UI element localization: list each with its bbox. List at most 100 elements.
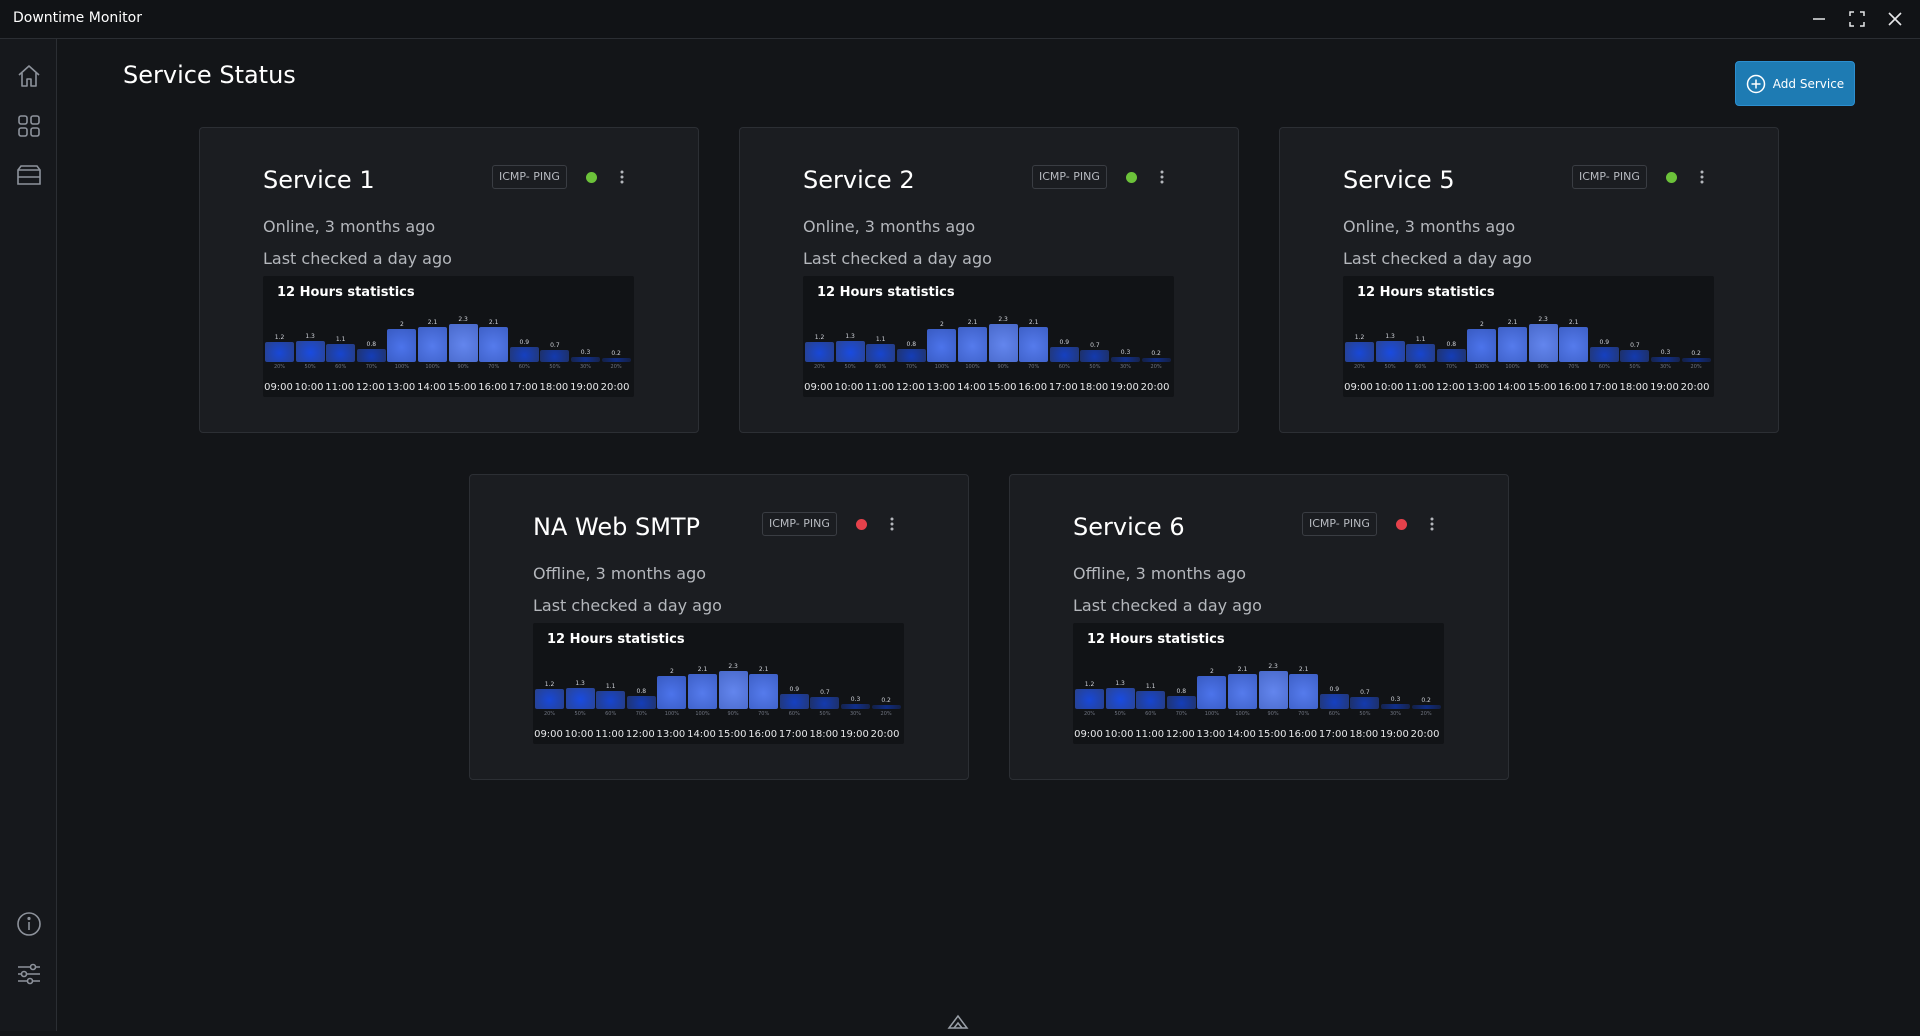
bar-percent-label: 70% <box>1175 711 1187 717</box>
bar-column: 0.3 30% <box>571 318 600 380</box>
stats-bars: 1.2 20% 1.3 50% 1.1 60% 0.8 70% 2 100% 2.1 100% 2.3 9… <box>1345 316 1712 380</box>
time-label: 18:00 <box>809 729 839 740</box>
bar-percent-label: 20% <box>610 364 622 370</box>
bar-percent-label: 50% <box>819 711 831 717</box>
bar-column: 2.3 90% <box>718 663 748 727</box>
add-service-button[interactable]: Add Service <box>1735 61 1855 106</box>
bar-percent-label: 100% <box>695 711 710 717</box>
maximize-icon[interactable] <box>1846 8 1868 30</box>
bar-value-label: 2.3 <box>1268 663 1278 670</box>
bar-column: 2.1 100% <box>1498 318 1527 380</box>
bar-value-label: 0.7 <box>820 689 830 696</box>
stats-bars: 1.2 20% 1.3 50% 1.1 60% 0.8 70% 2 100% 2.1 100% 2.3 9… <box>1075 663 1442 727</box>
bar-column: 2.1 70% <box>749 665 779 727</box>
stats-bars: 1.2 20% 1.3 50% 1.1 60% 0.8 70% 2 100% 2.1 100% 2.3 9… <box>265 316 632 380</box>
bar-percent-label: 50% <box>304 364 316 370</box>
bar-value-label: 1.3 <box>575 680 585 687</box>
stat-bar <box>1345 342 1374 362</box>
stat-bar <box>1381 704 1410 709</box>
status-dot <box>1126 172 1137 183</box>
stat-bar <box>1258 671 1288 709</box>
bar-column: 2.3 90% <box>988 316 1018 380</box>
more-options-icon[interactable] <box>613 165 631 189</box>
bar-column: 2.1 100% <box>1228 665 1257 727</box>
sliders-icon[interactable] <box>14 959 44 989</box>
service-card[interactable]: Service 6 ICMP- PING Offline, 3 months a… <box>1009 474 1509 780</box>
time-label: 11:00 <box>1405 382 1435 393</box>
bar-percent-label: 50% <box>1384 364 1396 370</box>
bar-column: 2.1 70% <box>1019 318 1049 380</box>
more-options-icon[interactable] <box>1423 512 1441 536</box>
bar-value-label: 1.2 <box>1084 681 1095 688</box>
bar-column: 0.3 30% <box>841 665 870 727</box>
service-card[interactable]: Service 2 ICMP- PING Online, 3 months ag… <box>739 127 1239 433</box>
stat-bar <box>1651 357 1680 362</box>
minimize-icon[interactable] <box>1808 8 1830 30</box>
status-text: Online, 3 months ago <box>803 217 976 236</box>
stats-times: 09:00 10:00 11:00 12:00 13:00 14:00 15:00 16:00… <box>803 382 1174 394</box>
bar-column: 1.1 60% <box>866 318 896 380</box>
bar-percent-label: 70% <box>635 711 647 717</box>
service-card[interactable]: Service 1 ICMP- PING Online, 3 months ag… <box>199 127 699 433</box>
bar-percent-label: 60% <box>335 364 347 370</box>
bar-column: 1.3 50% <box>835 318 865 380</box>
bar-column: 0.7 50% <box>540 318 570 380</box>
stat-bar <box>418 327 447 362</box>
service-card[interactable]: NA Web SMTP ICMP- PING Offline, 3 months… <box>469 474 969 780</box>
status-dot <box>856 519 867 530</box>
bar-value-label: 0.7 <box>1360 689 1370 696</box>
time-label: 20:00 <box>1140 382 1170 393</box>
stat-bar <box>565 688 595 709</box>
bar-column: 0.7 50% <box>1080 318 1110 380</box>
time-label: 13:00 <box>656 729 686 740</box>
stat-bar <box>596 691 626 709</box>
stat-bar <box>387 329 417 362</box>
home-icon[interactable] <box>14 61 44 91</box>
time-label: 16:00 <box>1018 382 1048 393</box>
bar-percent-label: 70% <box>1445 364 1457 370</box>
server-icon[interactable] <box>14 161 44 191</box>
time-label: 09:00 <box>1074 729 1103 740</box>
bar-percent-label: 70% <box>1028 364 1040 370</box>
bar-column: 0.2 20% <box>871 665 901 727</box>
time-label: 16:00 <box>478 382 508 393</box>
bar-column: 0.9 60% <box>1589 318 1619 380</box>
bar-value-label: 2.1 <box>1507 319 1518 326</box>
service-name: Service 5 <box>1343 166 1455 194</box>
status-dot <box>1666 172 1677 183</box>
stat-bar <box>265 342 294 362</box>
bar-percent-label: 20% <box>880 711 892 717</box>
bar-value-label: 2.3 <box>458 316 468 323</box>
bar-percent-label: 20% <box>1083 711 1096 717</box>
stat-bar <box>448 324 478 362</box>
logo-icon <box>947 1014 969 1030</box>
bar-column: 0.7 50% <box>1620 318 1650 380</box>
bar-column: 1.2 20% <box>265 318 294 380</box>
grid-icon[interactable] <box>14 111 44 141</box>
time-label: 14:00 <box>957 382 986 393</box>
more-options-icon[interactable] <box>1693 165 1711 189</box>
status-text: Online, 3 months ago <box>263 217 436 236</box>
bar-column: 2.1 100% <box>418 318 447 380</box>
stats-title: 12 Hours statistics <box>547 632 685 647</box>
bar-percent-label: 70% <box>1298 711 1310 717</box>
close-icon[interactable] <box>1884 8 1906 30</box>
bar-column: 0.9 60% <box>509 318 539 380</box>
bar-value-label: 0.3 <box>1390 696 1401 703</box>
time-label: 15:00 <box>1527 382 1557 393</box>
stat-bar <box>1375 341 1405 362</box>
bar-value-label: 1.2 <box>544 681 555 688</box>
protocol-badge: ICMP- PING <box>1572 165 1647 189</box>
more-options-icon[interactable] <box>883 512 901 536</box>
bar-value-label: 1.2 <box>1354 334 1365 341</box>
bar-value-label: 0.2 <box>1691 350 1701 357</box>
stat-bar <box>1197 676 1227 709</box>
bar-value-label: 2.3 <box>998 316 1008 323</box>
more-options-icon[interactable] <box>1153 165 1171 189</box>
bar-percent-label: 70% <box>905 364 917 370</box>
bar-value-label: 0.2 <box>881 697 891 704</box>
info-icon[interactable] <box>14 909 44 939</box>
bar-percent-label: 90% <box>1267 711 1279 717</box>
service-name: Service 6 <box>1073 513 1185 541</box>
service-card[interactable]: Service 5 ICMP- PING Online, 3 months ag… <box>1279 127 1779 433</box>
